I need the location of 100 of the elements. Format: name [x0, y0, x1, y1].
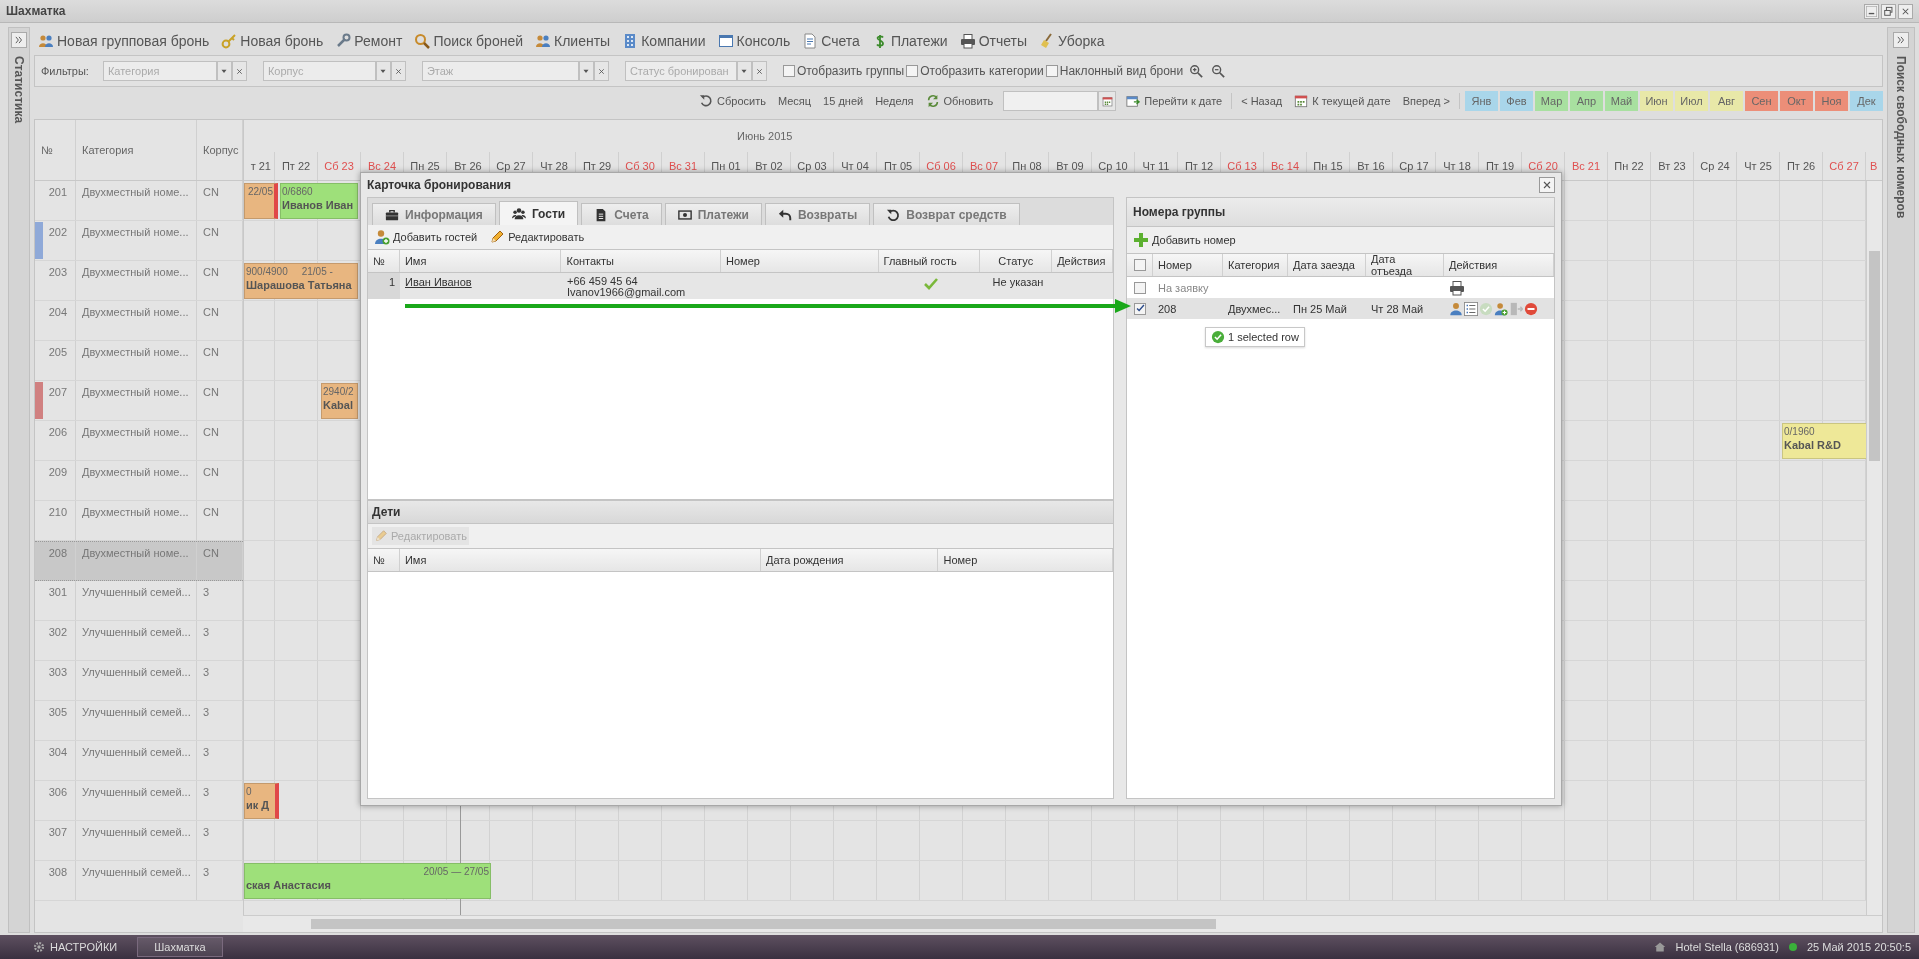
filter-field[interactable]: Этаж [421, 61, 579, 81]
table-row[interactable]: 307 Улучшенный семей... 3 [35, 821, 243, 861]
tab[interactable]: Счета [581, 203, 662, 225]
tab[interactable]: Возврат средств [873, 203, 1020, 225]
filter-field[interactable]: Категория [102, 61, 217, 81]
column-header[interactable]: № [368, 250, 400, 272]
menu-item[interactable]: Платежи [871, 33, 948, 49]
table-row[interactable]: 303 Улучшенный семей... 3 [35, 661, 243, 701]
column-header[interactable]: Номер [1153, 254, 1223, 276]
booking-bar[interactable]: 0/6860 Иванов Иван [280, 183, 358, 219]
menu-item[interactable]: Поиск броней [414, 33, 524, 49]
table-row[interactable]: 202 Двухместный номе... CN [35, 221, 243, 261]
table-row[interactable]: 301 Улучшенный семей... 3 [35, 581, 243, 621]
restore-button[interactable] [1881, 3, 1896, 19]
person-button[interactable] [1449, 301, 1463, 316]
checkbox[interactable] [1133, 259, 1146, 271]
month-button[interactable]: Июн [1640, 91, 1673, 111]
toolbar-button[interactable]: Месяц [771, 95, 818, 107]
column-header[interactable]: Номер [721, 250, 879, 272]
list-button[interactable] [1464, 301, 1478, 316]
toolbar-button[interactable]: < Назад [1235, 95, 1289, 107]
toolbar-button[interactable]: К текущей дате [1288, 94, 1397, 108]
table-row[interactable]: 306 Улучшенный семей... 3 [35, 781, 243, 821]
tab[interactable]: Информация [372, 203, 496, 225]
table-row[interactable]: 207 Двухместный номе... CN [35, 381, 243, 421]
month-button[interactable]: Фев [1500, 91, 1533, 111]
horizontal-scrollbar[interactable] [243, 915, 1882, 932]
menu-item[interactable]: Компании [622, 33, 706, 49]
table-row[interactable]: 208 Двухместный номе... CN [35, 541, 243, 581]
booking-bar[interactable]: 22/05 [244, 183, 278, 219]
taskbar-button[interactable]: Шахматка [137, 937, 223, 957]
column-header[interactable]: Дата отъезда [1366, 254, 1444, 276]
table-row[interactable]: 206 Двухместный номе... CN [35, 421, 243, 461]
booking-bar[interactable]: 2940/2 Kabal [321, 383, 358, 419]
column-header[interactable]: Номер [938, 549, 1113, 571]
table-row[interactable]: 203 Двухместный номе... CN [35, 261, 243, 301]
check-circle-button[interactable] [1479, 301, 1493, 316]
close-button[interactable] [1539, 177, 1555, 193]
column-header[interactable]: Статус [980, 250, 1053, 272]
checkbox[interactable] [1045, 65, 1058, 77]
column-header[interactable]: № [368, 549, 400, 571]
toolbar-button[interactable]: Сбросить [693, 94, 772, 108]
expand-button[interactable] [11, 32, 27, 48]
month-button[interactable]: Дек [1850, 91, 1883, 111]
column-header[interactable]: Дата рождения [760, 549, 939, 571]
column-header[interactable]: Контакты [561, 250, 722, 272]
column-header[interactable]: Главный гость [878, 250, 981, 272]
table-row[interactable]: 201 Двухместный номе... CN [35, 181, 243, 221]
menu-item[interactable]: Новая бронь [221, 33, 324, 49]
column-header[interactable]: Категория [76, 120, 197, 180]
table-row[interactable]: 204 Двухместный номе... CN [35, 301, 243, 341]
checkbox[interactable] [1134, 302, 1146, 315]
column-header[interactable]: Имя [399, 549, 761, 571]
menu-item[interactable]: Ремонт [335, 33, 403, 49]
tab[interactable]: Гости [498, 201, 579, 225]
guest-link[interactable]: Иван Иванов [405, 276, 472, 288]
booking-bar[interactable]: 900/4900 21/05 - Шарашова Татьяна [244, 263, 358, 299]
checkbox[interactable] [782, 65, 795, 77]
booking-bar[interactable]: 20/05 — 27/05 ская Анастасия [244, 863, 491, 899]
column-header[interactable]: № [35, 120, 76, 180]
month-button[interactable]: Янв [1465, 91, 1498, 111]
close-button[interactable] [1898, 3, 1913, 19]
booking-bar[interactable]: 0/1960 Kabal R&D [1782, 423, 1866, 459]
table-row[interactable]: 209 Двухместный номе... CN [35, 461, 243, 501]
panel-title[interactable]: Статистика [12, 56, 26, 124]
month-button[interactable]: Июл [1675, 91, 1708, 111]
toolbar-button[interactable]: Добавить номер [1131, 230, 1238, 250]
column-header[interactable]: Действия [1052, 250, 1113, 272]
month-button[interactable]: Авг [1710, 91, 1743, 111]
expand-button[interactable] [1893, 32, 1909, 48]
minus-circle-button[interactable] [1524, 301, 1538, 316]
date-field[interactable] [1003, 91, 1099, 111]
booking-bar[interactable]: 0 ик Д [244, 783, 279, 819]
vertical-scrollbar[interactable] [1866, 181, 1882, 915]
table-row[interactable]: 304 Улучшенный семей... 3 [35, 741, 243, 781]
column-header[interactable]: Имя [399, 250, 562, 272]
menu-item[interactable]: Отчеты [959, 33, 1028, 49]
date-picker-button[interactable] [1098, 91, 1117, 111]
menu-item[interactable]: Счета [802, 33, 860, 49]
menu-item[interactable]: Клиенты [535, 33, 611, 49]
panel-title[interactable]: Поиск свободных номеров [1894, 56, 1908, 219]
tab[interactable]: Платежи [664, 203, 762, 225]
menu-item[interactable]: Консоль [717, 33, 791, 49]
column-header[interactable]: Корпус [197, 120, 243, 180]
toolbar-button[interactable]: Обновить [919, 94, 1000, 108]
toolbar-button[interactable]: 15 дней [817, 95, 870, 107]
column-header[interactable]: Категория [1223, 254, 1288, 276]
tab[interactable]: Возвраты [764, 203, 871, 225]
toolbar-button[interactable]: Добавить гостей [372, 227, 480, 247]
month-button[interactable]: Апр [1570, 91, 1603, 111]
table-row[interactable]: 308 Улучшенный семей... 3 [35, 861, 243, 901]
settings-button[interactable]: НАСТРОЙКИ [22, 937, 128, 957]
minimize-button[interactable] [1864, 3, 1879, 19]
person-add-button[interactable] [1494, 301, 1508, 316]
toolbar-button[interactable]: Перейти к дате [1120, 94, 1229, 108]
menu-item[interactable]: Уборка [1039, 33, 1105, 49]
checkbox[interactable] [1134, 281, 1146, 294]
month-button[interactable]: Мар [1535, 91, 1568, 111]
month-button[interactable]: Май [1605, 91, 1638, 111]
table-row[interactable]: 205 Двухместный номе... CN [35, 341, 243, 381]
